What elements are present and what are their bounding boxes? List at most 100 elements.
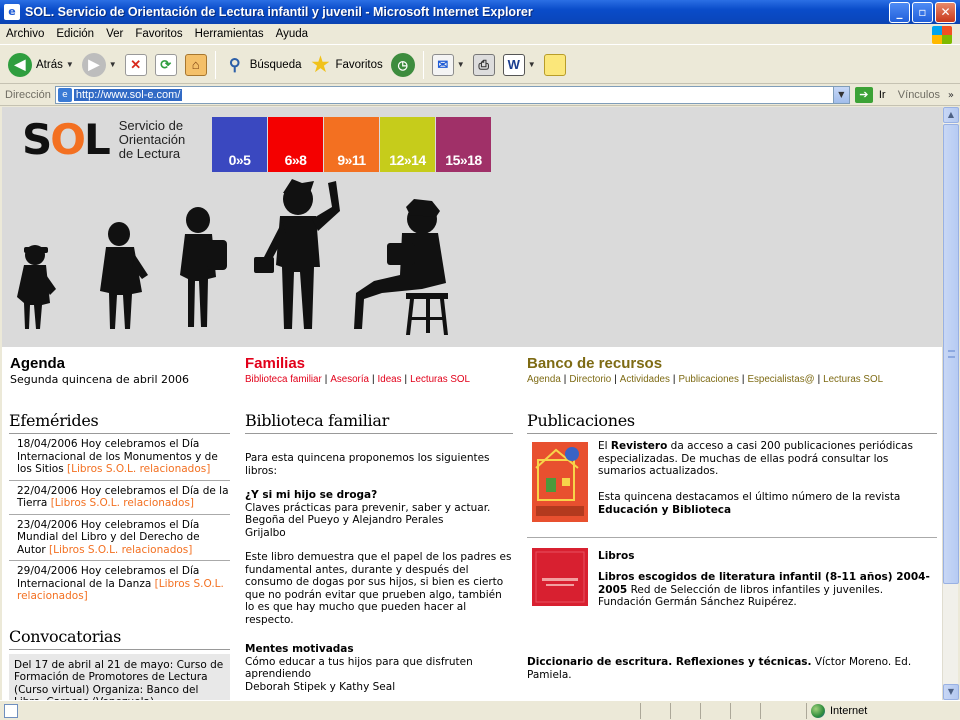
book2-authors: Deborah Stipek y Kathy Seal: [245, 680, 396, 693]
banco-link-lecturas[interactable]: Lecturas SOL: [823, 374, 883, 385]
diccionario-item: Diccionario de escritura. Reflexiones y …: [527, 656, 912, 681]
menu-favoritos[interactable]: Favoritos: [129, 28, 188, 40]
efemeride-link[interactable]: [Libros S.O.L. relacionados]: [67, 463, 210, 475]
home-button[interactable]: ⌂: [181, 50, 211, 80]
site-header: SOL Servicio de Orientación de Lectura 0…: [2, 107, 942, 347]
libros-text: Libros escogidos de literatura infantil …: [598, 571, 930, 608]
efemerides-section: Efemérides 18/04/2006 Hoy celebramos el …: [9, 411, 230, 700]
familias-title[interactable]: Familias: [245, 355, 515, 373]
back-dropdown-icon[interactable]: ▼: [66, 60, 74, 69]
convocatoria-item[interactable]: Del 17 de abril al 21 de mayo: Curso de …: [9, 653, 230, 700]
zone-label: Internet: [830, 705, 868, 717]
history-icon: ◷: [390, 52, 415, 77]
scroll-thumb[interactable]: [943, 124, 959, 584]
page-favicon-icon: e: [57, 88, 72, 102]
forward-dropdown-icon[interactable]: ▼: [109, 60, 117, 69]
search-button[interactable]: ⚲ Búsqueda: [220, 50, 306, 80]
banco-link-directorio[interactable]: Directorio: [569, 374, 611, 385]
maximize-button[interactable]: ▫: [912, 2, 933, 23]
agenda-section: Agenda Segunda quincena de abril 2006: [10, 355, 240, 387]
banco-section: Banco de recursos Agenda | Directorio | Acti…: [527, 355, 937, 387]
children-silhouettes-image: [17, 179, 448, 335]
banco-links: Agenda | Directorio | Actividades | Publicacio…: [527, 374, 884, 385]
revistero-link[interactable]: Revistero: [611, 440, 667, 452]
convocatorias-title: Convocatorias: [9, 627, 230, 650]
book1-title[interactable]: ¿Y si mi hijo se droga?: [245, 489, 513, 502]
address-dropdown-icon[interactable]: ▼: [832, 87, 849, 103]
familias-link-biblioteca[interactable]: Biblioteca familiar: [245, 374, 322, 385]
banco-link-publicaciones[interactable]: Publicaciones: [678, 374, 738, 385]
address-input[interactable]: e http://www.sol-e.com/ ▼: [54, 86, 850, 104]
address-bar: Dirección e http://www.sol-e.com/ ▼ ➔ Ir…: [0, 85, 960, 106]
efemeride-item: 18/04/2006 Hoy celebramos el Día Interna…: [9, 434, 230, 481]
star-icon: ★: [311, 54, 330, 76]
minimize-button[interactable]: _: [889, 2, 910, 23]
forward-button[interactable]: ▶ ▼: [78, 50, 121, 80]
efemeride-item: 22/04/2006 Hoy celebramos el Día de la T…: [9, 481, 230, 515]
book2-title[interactable]: Mentes motivadas: [245, 643, 513, 656]
efemeride-item: 29/04/2006 Hoy celebramos el Día Interna…: [9, 561, 230, 607]
revistero-cover-image[interactable]: [532, 442, 588, 522]
history-button[interactable]: ◷: [387, 50, 419, 80]
go-button[interactable]: ➔ Ir: [854, 87, 886, 103]
menu-edicion[interactable]: Edición: [50, 28, 100, 40]
revistero-text: El Revistero da acceso a casi 200 public…: [598, 440, 913, 477]
book1-authors: Begoña del Pueyo y Alejandro Perales: [245, 514, 444, 526]
discuss-button[interactable]: [540, 50, 570, 80]
favorites-button[interactable]: ★ Favoritos: [305, 50, 386, 80]
vertical-scrollbar[interactable]: ▲ ▼: [942, 107, 959, 700]
page-viewport: SOL Servicio de Orientación de Lectura 0…: [2, 107, 942, 700]
publicaciones-section: Publicaciones El Revistero da acceso a c…: [527, 411, 937, 681]
familias-section: Familias Biblioteca familiar | Asesoría | Id…: [245, 355, 515, 387]
menu-bar: Archivo Edición Ver Favoritos Herramient…: [0, 24, 960, 45]
mail-button[interactable]: ✉ ▼: [428, 50, 469, 80]
refresh-icon: ⟳: [154, 53, 177, 76]
banco-link-especialistas[interactable]: Especialistas@: [747, 374, 814, 385]
publicaciones-title: Publicaciones: [527, 411, 937, 434]
familias-link-ideas[interactable]: Ideas: [378, 374, 402, 385]
menu-archivo[interactable]: Archivo: [0, 28, 50, 40]
close-button[interactable]: ✕: [935, 2, 956, 23]
refresh-button[interactable]: ⟳: [151, 50, 181, 80]
links-label[interactable]: Vínculos: [898, 89, 940, 101]
page-status-icon: [4, 703, 18, 718]
scroll-down-arrow-icon[interactable]: ▼: [943, 684, 959, 700]
efemeride-item: 23/04/2006 Hoy celebramos el Día Mundial…: [9, 515, 230, 561]
diccionario-link[interactable]: Diccionario de escritura. Reflexiones y …: [527, 656, 812, 668]
book1-description: Este libro demuestra que el papel de los…: [245, 551, 512, 626]
book1-subtitle: Claves prácticas para prevenir, saber y …: [245, 501, 491, 514]
biblioteca-intro: Para esta quincena proponemos los siguie…: [245, 452, 490, 477]
efemeride-link[interactable]: [Libros S.O.L. relacionados]: [49, 544, 192, 556]
banco-link-agenda[interactable]: Agenda: [527, 374, 561, 385]
title-bar: e SOL. Servicio de Orientación de Lectur…: [0, 0, 960, 24]
mail-dropdown-icon[interactable]: ▼: [457, 60, 465, 69]
revistero-item: El Revistero da acceso a casi 200 public…: [527, 438, 937, 538]
address-url[interactable]: http://www.sol-e.com/: [73, 89, 183, 101]
familias-link-asesoria[interactable]: Asesoría: [330, 374, 369, 385]
globe-icon: [811, 704, 825, 718]
edit-dropdown-icon[interactable]: ▼: [528, 60, 536, 69]
menu-ayuda[interactable]: Ayuda: [270, 28, 314, 40]
revista-link[interactable]: Educación y Biblioteca: [598, 504, 731, 516]
scroll-up-arrow-icon[interactable]: ▲: [943, 107, 959, 123]
book1-publisher: Grijalbo: [245, 526, 286, 539]
menu-herramientas[interactable]: Herramientas: [189, 28, 270, 40]
menu-ver[interactable]: Ver: [100, 28, 129, 40]
links-chevron-icon[interactable]: »: [948, 90, 954, 101]
security-zone: Internet: [806, 703, 867, 719]
back-button[interactable]: ◀ Atrás ▼: [4, 50, 78, 80]
agenda-title[interactable]: Agenda: [10, 355, 240, 373]
efemerides-title: Efemérides: [9, 411, 230, 434]
banco-link-actividades[interactable]: Actividades: [620, 374, 670, 385]
libros-item: Libros Libros escogidos de literatura in…: [527, 538, 937, 656]
stop-button[interactable]: ✕: [121, 50, 151, 80]
libros-title[interactable]: Libros: [598, 550, 634, 563]
banco-title[interactable]: Banco de recursos: [527, 355, 937, 373]
print-button[interactable]: ⎙: [469, 50, 499, 80]
forward-arrow-icon: ▶: [81, 52, 106, 77]
mail-icon: ✉: [431, 53, 454, 76]
libros-cover-image[interactable]: [532, 548, 588, 606]
familias-link-lecturas[interactable]: Lecturas SOL: [410, 374, 470, 385]
edit-button[interactable]: W ▼: [499, 50, 540, 80]
efemeride-link[interactable]: [Libros S.O.L. relacionados]: [51, 497, 194, 509]
